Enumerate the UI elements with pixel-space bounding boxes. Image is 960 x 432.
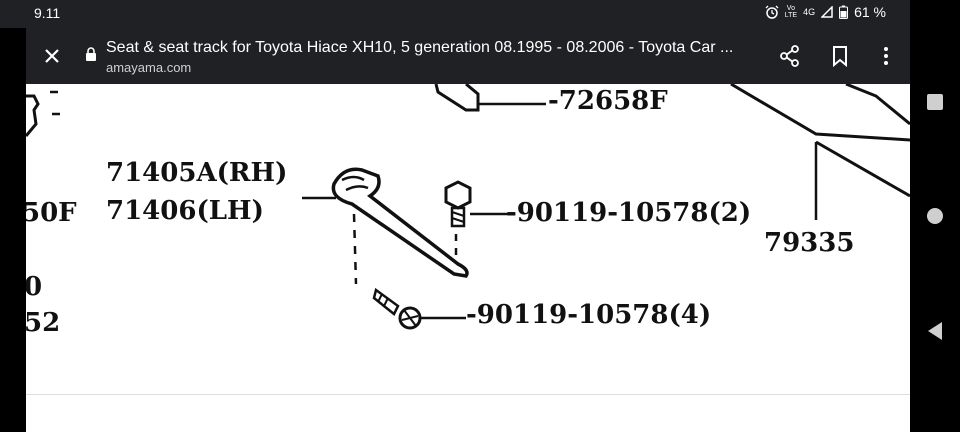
label-50f[interactable]: 50F [26, 198, 77, 228]
label-edge-0[interactable]: 0 [26, 272, 42, 302]
clip-72658f-shape [434, 84, 480, 112]
label-edge-52[interactable]: 52 [26, 308, 60, 338]
status-time: 9.11 [34, 5, 61, 21]
label-bolt-bottom[interactable]: -90119-10578(4) [466, 300, 711, 330]
battery-level: 61 % [854, 4, 886, 20]
label-79335[interactable]: 79335 [764, 228, 854, 258]
page-bottom-strip [26, 394, 910, 432]
dashed-line-1 [352, 213, 358, 285]
label-72658f[interactable]: -72658F [548, 86, 668, 116]
more-options-button[interactable] [872, 42, 900, 70]
bolt-bottom [372, 287, 422, 330]
recents-button[interactable] [927, 94, 943, 110]
page-url[interactable]: amayama.com [106, 60, 191, 75]
label-71406[interactable]: 71406(LH) [106, 196, 264, 226]
battery-icon [839, 5, 849, 19]
bracket-shape [331, 167, 469, 278]
volte-indicator: Vo LTE [784, 5, 798, 19]
label-71405a[interactable]: 71405A(RH) [106, 158, 287, 188]
more-vert-icon [884, 47, 888, 65]
bolt-top [444, 180, 472, 228]
navigation-bar [910, 0, 960, 432]
network-type: 4G [803, 7, 816, 17]
lock-icon [86, 47, 96, 61]
page-title: Seat & seat track for Toyota Hiace XH10,… [106, 39, 734, 56]
back-button[interactable] [928, 322, 942, 340]
custom-tab-toolbar: Seat & seat track for Toyota Hiace XH10,… [26, 28, 910, 84]
close-button[interactable] [38, 42, 66, 70]
top-left-part-fragment [26, 94, 40, 137]
close-icon [45, 49, 59, 63]
alarm-icon [765, 5, 779, 19]
share-button[interactable] [776, 42, 804, 70]
bookmark-button[interactable] [826, 42, 854, 70]
seat-frame-line [730, 84, 910, 142]
status-bar: 9.11 Vo LTE 4G 61 % [0, 0, 910, 28]
web-content[interactable]: -72658F 71405A(RH) 71406(LH) 50F -90119-… [26, 84, 910, 432]
share-icon [780, 45, 799, 67]
signal-icon [821, 6, 833, 18]
bookmark-icon [833, 46, 847, 68]
label-bolt-top[interactable]: -90119-10578(2) [506, 198, 751, 228]
home-button[interactable] [927, 208, 943, 224]
status-icons: Vo LTE 4G 61 % [765, 4, 886, 20]
